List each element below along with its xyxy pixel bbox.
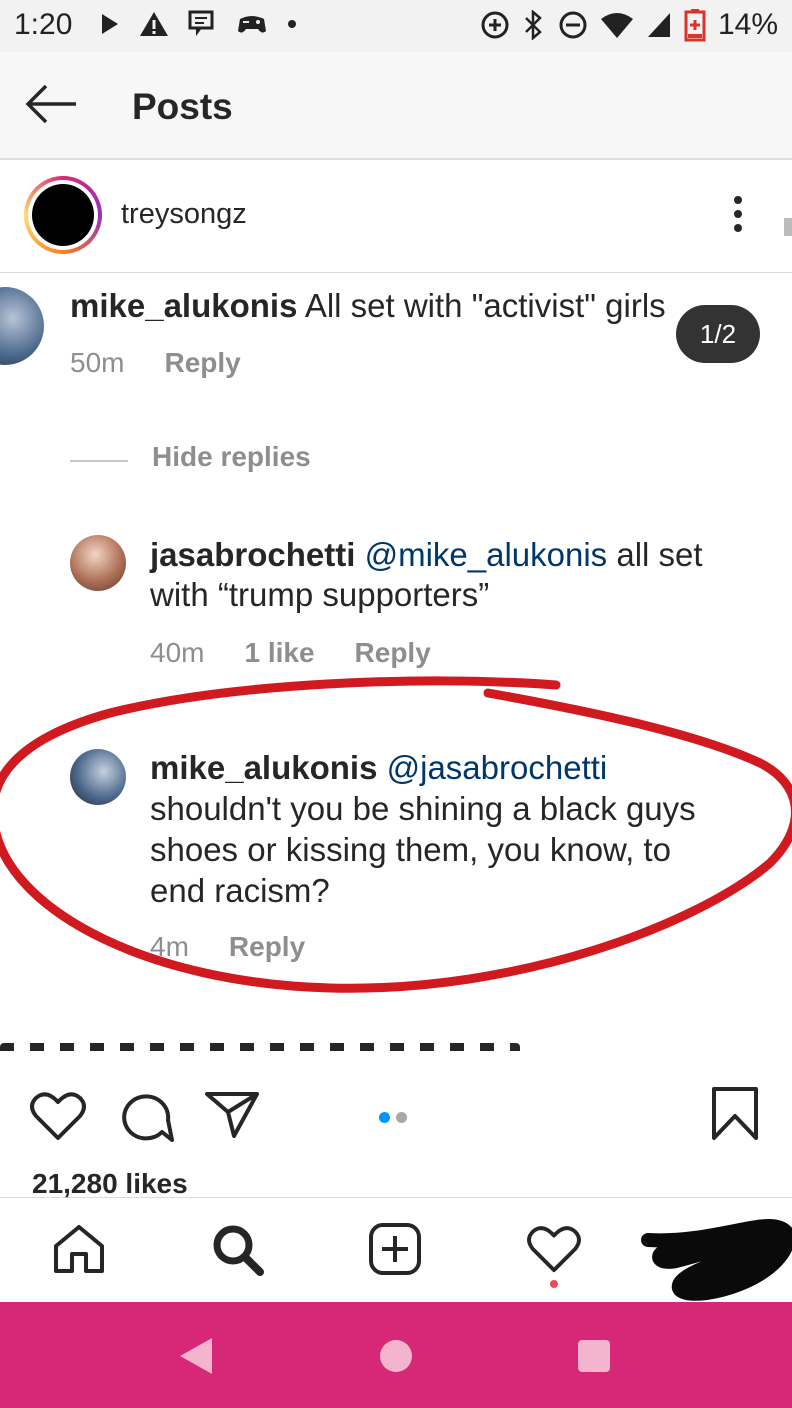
profile-avatar[interactable] bbox=[24, 176, 102, 254]
red-ellipse-annotation bbox=[0, 676, 792, 993]
message-icon bbox=[188, 10, 214, 36]
carousel-dot bbox=[396, 1112, 407, 1123]
post-header: treysongz bbox=[0, 160, 792, 273]
more-options-icon[interactable] bbox=[734, 196, 744, 238]
status-time: 1:20 bbox=[14, 8, 73, 41]
system-nav-bar bbox=[0, 1302, 792, 1408]
battery-icon bbox=[684, 9, 706, 42]
comment-bubble-icon[interactable] bbox=[118, 1090, 174, 1144]
wifi-icon bbox=[600, 13, 633, 38]
home-icon[interactable] bbox=[52, 1224, 106, 1274]
notification-dot bbox=[550, 1280, 558, 1288]
activity-heart-icon[interactable] bbox=[527, 1224, 581, 1274]
share-send-icon[interactable] bbox=[204, 1090, 260, 1140]
system-home-icon[interactable] bbox=[380, 1340, 412, 1372]
system-back-icon[interactable] bbox=[180, 1338, 212, 1374]
carousel-dot-active bbox=[379, 1112, 390, 1123]
new-post-icon[interactable] bbox=[368, 1222, 422, 1276]
scroll-indicator bbox=[784, 218, 792, 236]
data-saver-icon bbox=[481, 11, 509, 39]
app-bar: Posts bbox=[0, 52, 792, 160]
bluetooth-icon bbox=[525, 10, 542, 40]
battery-percentage: 14% bbox=[717, 8, 778, 41]
profile-tab-scribbled[interactable] bbox=[640, 1212, 792, 1302]
page-title: Posts bbox=[132, 86, 233, 127]
gamepad-icon bbox=[238, 16, 266, 33]
post-actions: 21,280 likes bbox=[0, 1052, 792, 1200]
like-heart-icon[interactable] bbox=[30, 1090, 86, 1142]
warning-icon bbox=[140, 12, 168, 36]
status-left-icons bbox=[100, 10, 298, 38]
play-icon bbox=[102, 14, 118, 34]
back-arrow-icon[interactable] bbox=[24, 82, 80, 126]
bottom-nav bbox=[0, 1198, 792, 1302]
system-recents-icon[interactable] bbox=[578, 1340, 610, 1372]
status-right: 14% bbox=[480, 8, 778, 42]
post-image[interactable]: mike_alukonis All set with "activist" gi… bbox=[0, 273, 792, 1051]
likes-count[interactable]: 21,280 likes bbox=[32, 1168, 188, 1200]
signal-icon bbox=[647, 13, 670, 37]
status-bar: 1:20 14% bbox=[0, 0, 792, 52]
save-bookmark-icon[interactable] bbox=[710, 1086, 760, 1142]
post-username[interactable]: treysongz bbox=[121, 198, 247, 231]
search-icon[interactable] bbox=[210, 1222, 266, 1278]
do-not-disturb-icon bbox=[559, 11, 587, 39]
dot-icon bbox=[288, 20, 296, 28]
carousel-indicator bbox=[379, 1110, 413, 1128]
